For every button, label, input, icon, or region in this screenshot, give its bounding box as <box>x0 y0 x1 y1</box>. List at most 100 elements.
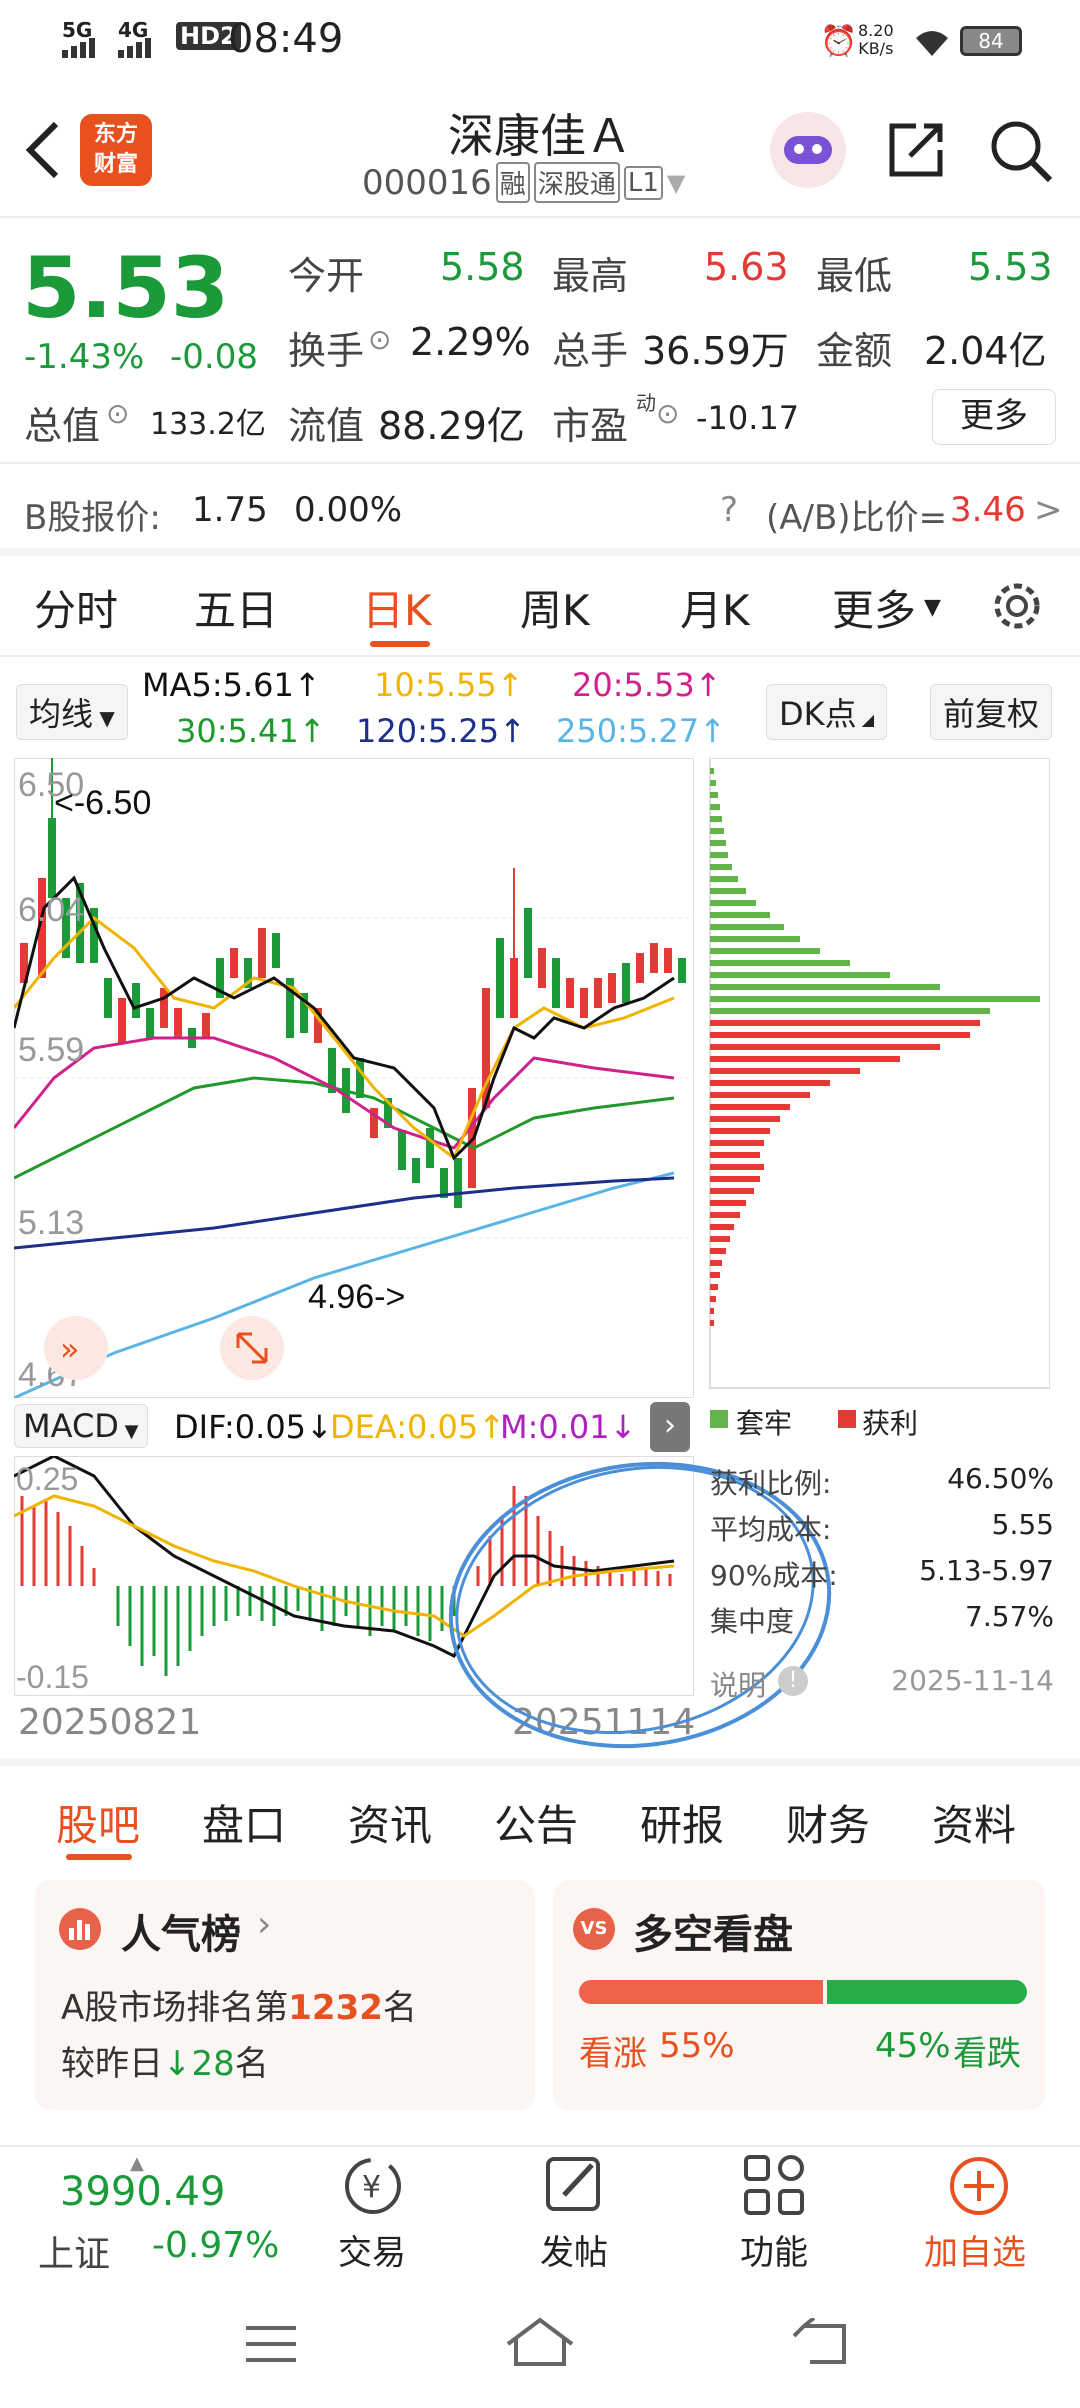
date-start: 20250821 <box>18 1702 202 1743</box>
home-icon[interactable] <box>504 2316 576 2368</box>
info-icon-2[interactable]: ⊙ <box>106 397 129 430</box>
more-button[interactable]: 更多 <box>932 389 1056 445</box>
search-icon[interactable] <box>988 118 1054 184</box>
index-name[interactable]: 上证 <box>38 2225 110 2277</box>
tab-orderbook[interactable]: 盘口 <box>202 1792 286 1853</box>
ma-select-button[interactable]: 均线 ▼ <box>16 684 128 740</box>
tab-announcements[interactable]: 公告 <box>494 1792 578 1853</box>
current-price: 5.53 <box>22 239 230 337</box>
macd-y-bottom: -0.15 <box>16 1659 89 1695</box>
tab-research[interactable]: 研报 <box>640 1792 724 1853</box>
macd-y-top: 0.25 <box>16 1461 78 1497</box>
b-share-price: 1.75 <box>192 490 268 530</box>
clock: 08:49 <box>228 16 344 62</box>
tab-forum[interactable]: 股吧 <box>56 1792 140 1853</box>
tab-news[interactable]: 资讯 <box>348 1792 432 1853</box>
note-link[interactable]: 说明 <box>710 1664 766 1704</box>
gear-icon[interactable] <box>990 579 1044 633</box>
wifi-icon <box>916 31 948 56</box>
dk-point-button[interactable]: DK点 ◢ <box>766 684 888 740</box>
high-annotation: <-6.50 <box>54 784 151 822</box>
chevron-right-icon[interactable]: > <box>1034 490 1063 530</box>
tab-monthly-k[interactable]: 月K <box>680 577 750 638</box>
stock-code-row: 000016 融 深股通 L1 ▼ <box>362 162 685 203</box>
ma5-value: MA5:5.61↑ <box>142 666 321 704</box>
float-cap-value: 88.29亿 <box>378 404 525 448</box>
tab-more[interactable]: 更多 <box>832 577 916 638</box>
trade-label: 交易 <box>338 2233 406 2273</box>
index-change[interactable]: -0.97% <box>152 2225 279 2266</box>
help-icon[interactable]: ? <box>720 490 738 530</box>
ma120-value: 120:5.25↑ <box>356 712 526 750</box>
app-logo[interactable]: 东方 财富 <box>80 114 152 186</box>
chevron-down-icon-tabs[interactable]: ▼ <box>924 595 941 620</box>
period-tabs: 分时 五日 日K 周K 月K 更多 ▼ <box>0 555 1080 655</box>
back-gesture-icon[interactable] <box>790 2318 850 2368</box>
market-cap-label: 总值 <box>24 404 101 448</box>
b-share-pct: 0.00% <box>294 490 403 530</box>
profit-ratio-label: 获利比例: <box>710 1467 832 1500</box>
ma20-value: 20:5.53↑ <box>572 666 722 704</box>
back-icon[interactable] <box>22 120 62 180</box>
change-amount: -0.08 <box>170 337 258 377</box>
bull-percent: 55% <box>659 2026 735 2066</box>
ma-legend: 均线 ▼ MA5:5.61↑ 10:5.55↑ 20:5.53↑ 30:5.41… <box>0 660 1080 760</box>
info-circle-icon[interactable]: ! <box>778 1666 808 1696</box>
rank-change-line: 较昨日↓28名 <box>61 2036 269 2085</box>
low-annotation: 4.96-> <box>308 1278 405 1316</box>
tag-margin: 融 <box>495 162 530 203</box>
kline-chart[interactable]: 6.50 6.04 5.59 5.13 4.67 <-6.50 4.96-> » <box>14 758 694 1398</box>
index-value[interactable]: 3990.49 <box>60 2169 225 2215</box>
add-watchlist-button[interactable]: 加自选 <box>914 2151 1044 2273</box>
add-watchlist-label: 加自选 <box>924 2233 1026 2273</box>
trade-button[interactable]: ¥ 交易 <box>318 2151 428 2273</box>
alarm-icon: ⏰ <box>820 24 858 59</box>
tag-l1: L1 <box>623 165 663 200</box>
share-icon[interactable] <box>886 118 948 180</box>
post-button[interactable]: 发帖 <box>520 2151 630 2273</box>
svg-text:¥: ¥ <box>362 2170 381 2205</box>
bull-label: 看涨 <box>579 2034 647 2074</box>
tab-daily-k[interactable]: 日K <box>362 577 432 638</box>
subtab-indicator <box>66 1854 132 1860</box>
rank-prefix: A股市场排名第 <box>61 1988 289 2028</box>
function-label: 功能 <box>740 2233 808 2273</box>
tag-sgt: 深股通 <box>533 162 620 203</box>
bull-bar <box>579 1980 823 2004</box>
profit-ratio-value: 46.50% <box>947 1462 1054 1495</box>
chip-distribution-chart <box>709 758 1050 1389</box>
b-share-line: B股报价: 1.75 0.00% ? (A/B)比价= 3.46 > <box>0 470 1080 545</box>
bear-label: 看跌 <box>953 2034 1021 2074</box>
volume-value: 36.59万 <box>642 329 789 373</box>
network-speed: 8.20 KB/s <box>858 21 894 58</box>
quote-panel: 5.53 -1.43% -0.08 今开 5.58 最高 5.63 最低 5.5… <box>0 225 1080 460</box>
assistant-avatar[interactable] <box>770 112 846 188</box>
change-percent: -1.43% <box>24 337 145 377</box>
menu-icon[interactable] <box>244 2322 298 2366</box>
y-tick-4: 5.13 <box>18 1204 84 1242</box>
tab-weekly-k[interactable]: 周K <box>520 577 590 638</box>
tab-profile[interactable]: 资料 <box>932 1792 1016 1853</box>
info-icon[interactable]: ⊙ <box>368 323 391 356</box>
info-icon-3[interactable]: ⊙ <box>656 397 679 430</box>
tab-five-day[interactable]: 五日 <box>194 577 278 638</box>
signal-icon-2 <box>118 38 151 58</box>
tab-intraday[interactable]: 分时 <box>34 577 118 638</box>
tab-financials[interactable]: 财务 <box>786 1792 870 1853</box>
ma10-value: 10:5.55↑ <box>374 666 524 704</box>
adjust-price-button[interactable]: 前复权 <box>930 684 1053 740</box>
function-button[interactable]: 功能 <box>720 2151 830 2273</box>
macd-select-button[interactable]: MACD ▼ <box>14 1404 148 1448</box>
arrow-down-icon: ↓ <box>163 2044 192 2084</box>
cost90-label: 90%成本: <box>710 1559 838 1592</box>
vs-icon: VS <box>573 1908 615 1950</box>
long-short-card[interactable]: VS 多空看盘 看涨 55% 45% 看跌 <box>553 1880 1045 2110</box>
dif-value: DIF:0.05↓ <box>174 1408 333 1446</box>
popularity-card[interactable]: 人气榜 › A股市场排名第1232名 较昨日↓28名 <box>35 1880 535 2110</box>
chevron-down-icon[interactable]: ▼ <box>667 169 685 197</box>
cards-row: 人气榜 › A股市场排名第1232名 较昨日↓28名 VS 多空看盘 看涨 55… <box>35 1880 1045 2110</box>
open-label: 今开 <box>288 254 365 298</box>
bear-bar <box>827 1980 1027 2004</box>
amount-label: 金额 <box>816 329 893 373</box>
chevron-right-icon-pop: › <box>257 1904 272 1945</box>
